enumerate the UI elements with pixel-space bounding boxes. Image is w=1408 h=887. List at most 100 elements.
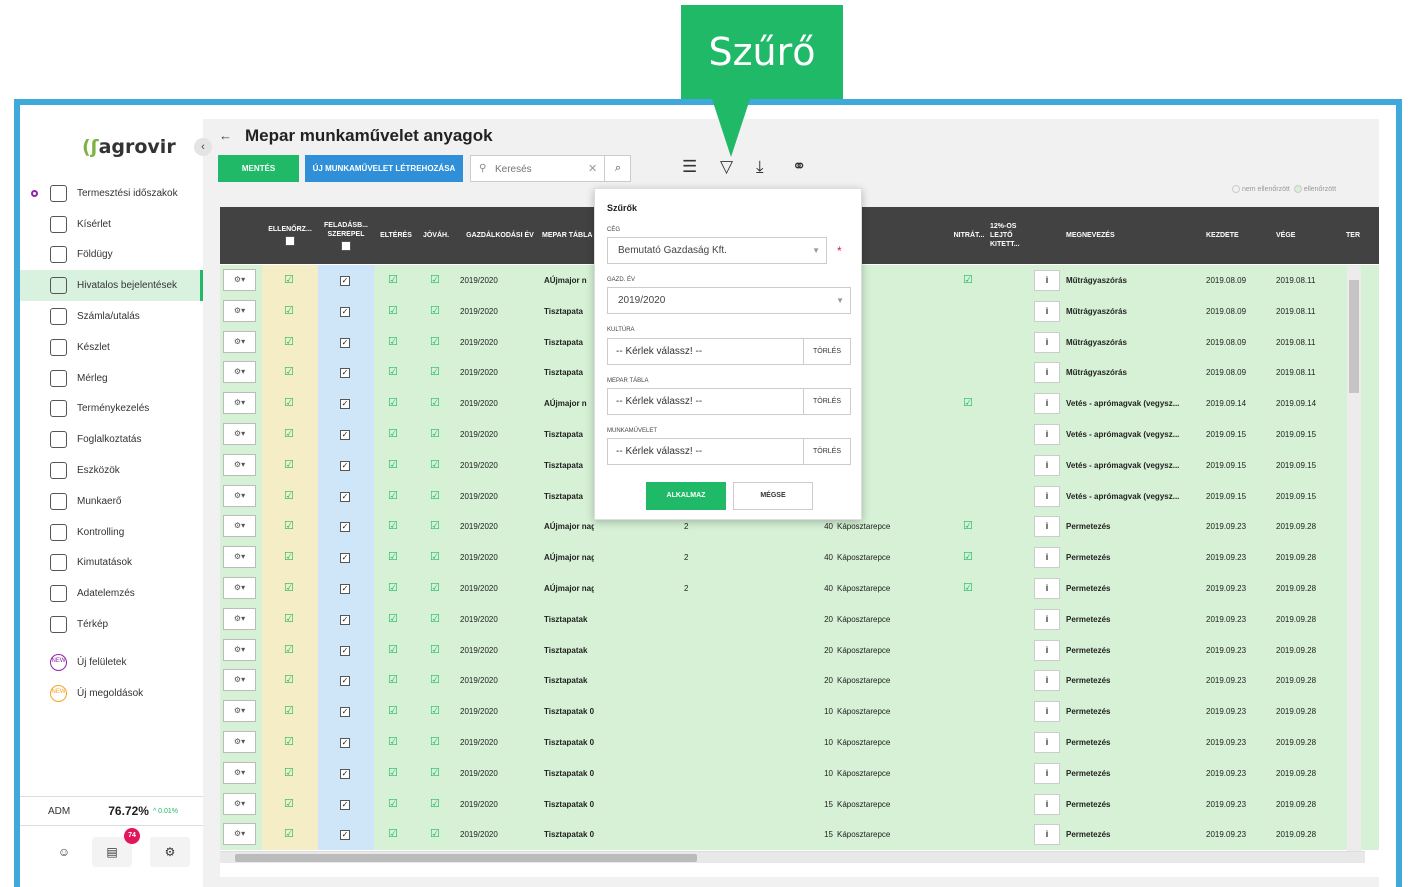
info-icon[interactable]: i	[1034, 393, 1060, 415]
info-icon[interactable]: i	[1034, 362, 1060, 384]
jovah-check-icon[interactable]: ☑	[430, 696, 440, 727]
jovah-check-icon[interactable]: ☑	[430, 388, 440, 419]
settings-gear-icon[interactable]: ⚙	[150, 837, 190, 867]
sidebar-item[interactable]: Térkép	[20, 609, 203, 640]
row-actions-gear-icon[interactable]: ⚙▾	[223, 484, 256, 507]
new-operation-button[interactable]: ÚJ MUNKAMŰVELET LÉTREHOZÁSA	[305, 155, 463, 182]
header-checkbox[interactable]	[285, 236, 295, 246]
nitrat-check-icon[interactable]: ☑	[963, 542, 973, 573]
ellenorz-check-icon[interactable]: ☑	[284, 419, 294, 450]
vertical-scroll-thumb[interactable]	[1349, 280, 1359, 393]
link-icon[interactable]: ⚭	[792, 157, 806, 177]
sidebar-item[interactable]: Hivatalos bejelentések	[20, 270, 203, 302]
ellenorz-check-icon[interactable]: ☑	[284, 789, 294, 820]
info-icon[interactable]: i	[1034, 670, 1060, 692]
info-icon[interactable]: i	[1034, 578, 1060, 599]
sidebar-item[interactable]: Munkaerő	[20, 486, 203, 517]
jovah-check-icon[interactable]: ☑	[430, 265, 440, 296]
jovah-check-icon[interactable]: ☑	[430, 727, 440, 758]
row-actions-gear-icon[interactable]: ⚙▾	[223, 392, 256, 415]
sidebar-item[interactable]: Kimutatások	[20, 548, 203, 579]
jovah-check-icon[interactable]: ☑	[430, 481, 440, 512]
feladasb-checkbox[interactable]: ✓	[340, 584, 350, 594]
nitrat-check-icon[interactable]: ☑	[963, 573, 973, 604]
elteres-check-icon[interactable]: ☑	[388, 758, 398, 789]
columns-icon[interactable]: ☰	[682, 157, 697, 177]
ellenorz-check-icon[interactable]: ☑	[284, 542, 294, 573]
feladasb-checkbox[interactable]: ✓	[340, 707, 350, 718]
col-nitrat[interactable]: NITRÁT...	[948, 207, 990, 264]
sidebar-item[interactable]: Készlet	[20, 332, 203, 363]
ellenorz-check-icon[interactable]: ☑	[284, 450, 294, 481]
row-actions-gear-icon[interactable]: ⚙▾	[223, 731, 256, 753]
info-icon[interactable]: i	[1034, 608, 1060, 630]
sidebar-item[interactable]: Mérleg	[20, 363, 203, 394]
row-actions-gear-icon[interactable]: ⚙▾	[223, 761, 256, 784]
jovah-check-icon[interactable]: ☑	[430, 357, 440, 388]
operation-field[interactable]: -- Kérlek válassz! -- TÖRLÉS	[607, 438, 851, 465]
ellenorz-check-icon[interactable]: ☑	[284, 635, 294, 666]
vertical-scrollbar[interactable]	[1347, 266, 1361, 851]
horizontal-scrollbar[interactable]	[220, 851, 1365, 863]
nitrat-check-icon[interactable]: ☑	[963, 265, 973, 296]
feladasb-checkbox[interactable]: ✓	[340, 799, 350, 810]
ellenorz-check-icon[interactable]: ☑	[284, 758, 294, 789]
row-actions-gear-icon[interactable]: ⚙▾	[223, 607, 256, 630]
sidebar-item[interactable]: Kontrolling	[20, 517, 203, 548]
jovah-check-icon[interactable]: ☑	[430, 604, 440, 635]
elteres-check-icon[interactable]: ☑	[388, 511, 398, 542]
info-icon[interactable]: i	[1034, 762, 1060, 784]
feladasb-checkbox[interactable]: ✓	[340, 368, 350, 379]
row-actions-gear-icon[interactable]: ⚙▾	[223, 823, 256, 846]
search-icon[interactable]: ⌕	[604, 156, 631, 181]
culture-field[interactable]: -- Kérlek válassz! -- TÖRLÉS	[607, 338, 851, 365]
feladasb-checkbox[interactable]: ✓	[340, 676, 350, 687]
feladasb-checkbox[interactable]: ✓	[340, 768, 350, 779]
row-actions-gear-icon[interactable]: ⚙▾	[223, 299, 256, 322]
ellenorz-check-icon[interactable]: ☑	[284, 819, 294, 850]
elteres-check-icon[interactable]: ☑	[388, 388, 398, 419]
sidebar-item[interactable]: Termesztési időszakok	[20, 178, 203, 209]
elteres-check-icon[interactable]: ☑	[388, 819, 398, 850]
info-icon[interactable]: i	[1034, 824, 1060, 846]
operation-clear-button[interactable]: TÖRLÉS	[803, 439, 850, 464]
info-icon[interactable]: i	[1034, 300, 1060, 322]
back-arrow-icon[interactable]: ←	[219, 128, 232, 143]
row-actions-gear-icon[interactable]: ⚙▾	[223, 577, 256, 599]
col-vege[interactable]: VÉGE	[1276, 207, 1326, 264]
row-actions-gear-icon[interactable]: ⚙▾	[223, 423, 256, 445]
info-icon[interactable]: i	[1034, 793, 1060, 815]
sidebar-item[interactable]: Adatelemzés	[20, 578, 203, 609]
ellenorz-check-icon[interactable]: ☑	[284, 665, 294, 696]
jovah-check-icon[interactable]: ☑	[430, 450, 440, 481]
row-actions-gear-icon[interactable]: ⚙▾	[223, 638, 256, 661]
feladasb-checkbox[interactable]: ✓	[340, 460, 350, 471]
info-icon[interactable]: i	[1034, 485, 1060, 507]
sidebar-collapse-button[interactable]: ‹	[194, 138, 212, 156]
jovah-check-icon[interactable]: ☑	[430, 789, 440, 820]
col-lejto[interactable]: 12%-OS LEJTŐ KITETT...	[990, 207, 1028, 264]
elteres-check-icon[interactable]: ☑	[388, 265, 398, 296]
row-actions-gear-icon[interactable]: ⚙▾	[223, 669, 256, 692]
feladasb-checkbox[interactable]: ✓	[340, 399, 350, 410]
row-actions-gear-icon[interactable]: ⚙▾	[223, 361, 256, 384]
elteres-check-icon[interactable]: ☑	[388, 573, 398, 604]
jovah-check-icon[interactable]: ☑	[430, 635, 440, 666]
elteres-check-icon[interactable]: ☑	[388, 542, 398, 573]
jovah-check-icon[interactable]: ☑	[430, 296, 440, 327]
feladasb-checkbox[interactable]: ✓	[340, 830, 350, 841]
year-select[interactable]: 2019/2020 ▼	[607, 287, 851, 314]
jovah-check-icon[interactable]: ☑	[430, 419, 440, 450]
col-feladasb[interactable]: FELADÁSB... SZEREPEL	[318, 207, 374, 264]
sidebar-item[interactable]: Kísérlet	[20, 209, 203, 240]
elteres-check-icon[interactable]: ☑	[388, 327, 398, 358]
elteres-check-icon[interactable]: ☑	[388, 357, 398, 388]
ellenorz-check-icon[interactable]: ☑	[284, 696, 294, 727]
horizontal-scroll-thumb[interactable]	[235, 854, 697, 862]
jovah-check-icon[interactable]: ☑	[430, 573, 440, 604]
apply-button[interactable]: ALKALMAZ	[646, 482, 726, 510]
info-icon[interactable]: i	[1034, 547, 1060, 569]
info-icon[interactable]: i	[1034, 732, 1060, 753]
col-megnevezes[interactable]: MEGNEVEZÉS	[1066, 207, 1146, 264]
app-logo[interactable]: (ʃagrovir	[82, 136, 176, 158]
